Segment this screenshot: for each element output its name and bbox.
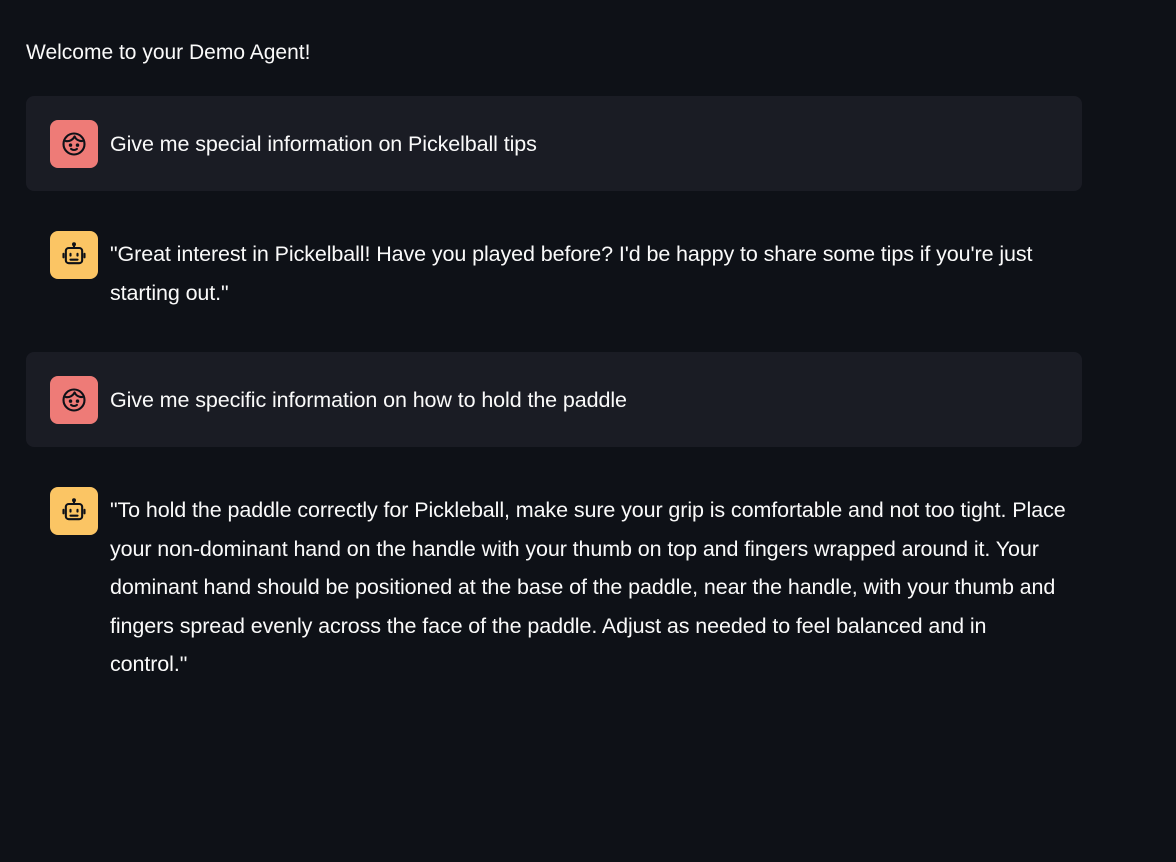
- robot-icon: [60, 241, 88, 269]
- robot-icon: [60, 497, 88, 525]
- user-avatar: [50, 376, 98, 424]
- message-text: "Great interest in Pickelball! Have you …: [110, 242, 1033, 305]
- user-face-icon: [60, 130, 88, 158]
- chat-message-user: Give me special information on Pickelbal…: [26, 96, 1082, 191]
- message-text: Give me special information on Pickelbal…: [110, 132, 537, 156]
- chat-message-assistant: "To hold the paddle correctly for Pickle…: [26, 463, 1082, 708]
- assistant-avatar: [50, 487, 98, 535]
- chat-message-assistant: "Great interest in Pickelball! Have you …: [26, 207, 1082, 336]
- assistant-avatar: [50, 231, 98, 279]
- user-avatar: [50, 120, 98, 168]
- message-text: Give me specific information on how to h…: [110, 388, 627, 412]
- welcome-text: Welcome to your Demo Agent!: [26, 41, 311, 64]
- message-text: "To hold the paddle correctly for Pickle…: [110, 498, 1066, 676]
- chat-container: Give me special information on Pickelbal…: [26, 96, 1082, 724]
- chat-message-user: Give me specific information on how to h…: [26, 352, 1082, 447]
- user-face-icon: [60, 386, 88, 414]
